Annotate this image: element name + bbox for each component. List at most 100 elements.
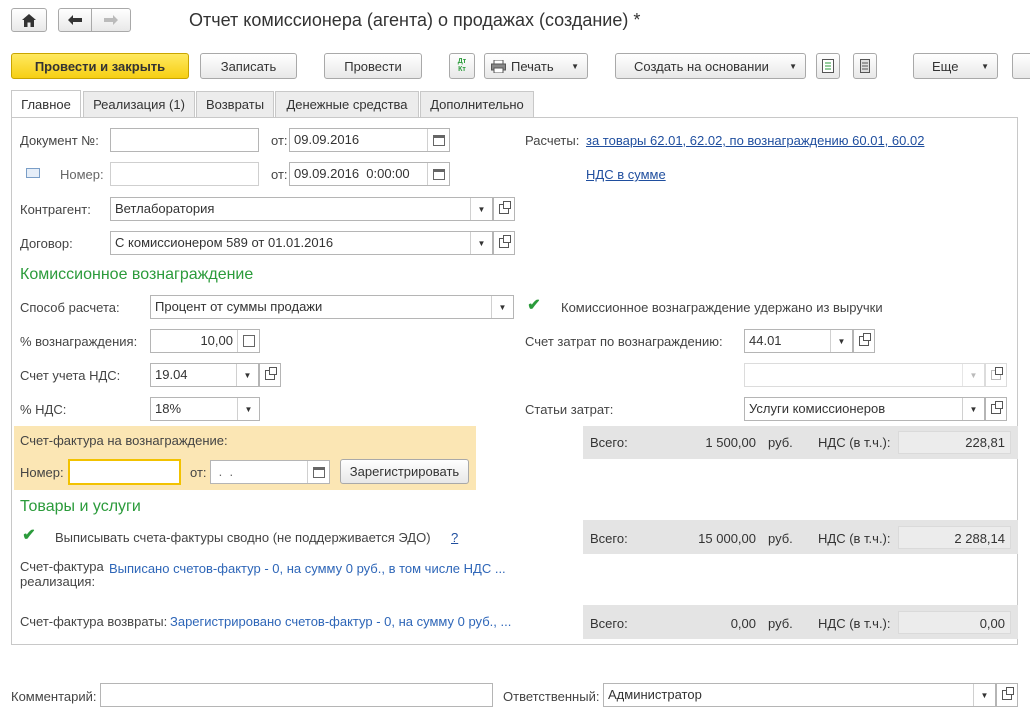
doc-date-input[interactable]: 09.09.2016	[289, 128, 450, 152]
calendar-button[interactable]	[307, 461, 329, 483]
chevron-down-icon[interactable]: ▼	[973, 684, 995, 706]
cost-account-select[interactable]: 44.01 ▼	[744, 329, 853, 353]
doc-no-label: Документ №:	[20, 133, 99, 148]
vat-rate-select[interactable]: 18% ▼	[150, 397, 260, 421]
more-label: Еще	[932, 58, 959, 74]
create-based-on-label: Создать на основании	[634, 58, 769, 74]
home-button[interactable]	[11, 8, 47, 32]
contract-value: С комиссионером 589 от 01.01.2016	[115, 235, 334, 250]
withheld-label: Комиссионное вознаграждение удержано из …	[561, 300, 883, 315]
calendar-icon	[432, 134, 445, 146]
responsible-open-button[interactable]	[996, 683, 1018, 707]
method-value: Процент от суммы продажи	[155, 299, 323, 314]
vat-rate-value: 18%	[155, 401, 182, 416]
open-icon	[1002, 687, 1014, 700]
chevron-down-icon[interactable]: ▼	[237, 398, 259, 420]
cost-items-label: Статьи затрат:	[525, 402, 614, 417]
invoice-title: Счет-фактура на вознаграждение:	[20, 433, 228, 448]
save-button[interactable]: Записать	[200, 53, 297, 79]
print-button[interactable]: Печать ▼	[484, 53, 588, 79]
tab-additional[interactable]: Дополнительно	[420, 91, 534, 117]
print-label: Печать	[511, 58, 554, 74]
register-button[interactable]: Зарегистрировать	[340, 459, 469, 484]
window-title: Отчет комиссионера (агента) о продажах (…	[189, 10, 641, 30]
returns-vat-value: 0,00	[979, 616, 1005, 631]
goods-currency: руб.	[768, 531, 793, 546]
invoice-sales-link[interactable]: Выписано счетов-фактур - 0, на сумму 0 р…	[109, 561, 506, 576]
invoice-from-label: от:	[190, 465, 207, 480]
cost-items-value: Услуги комиссионеров	[749, 401, 886, 416]
comment-input[interactable]	[100, 683, 493, 707]
returns-total-value: 0,00	[730, 616, 756, 631]
invoice-date-input[interactable]: . .	[210, 460, 330, 484]
chevron-down-icon: ▼	[962, 364, 984, 386]
chevron-down-icon[interactable]: ▼	[236, 364, 258, 386]
cost-items-open-button[interactable]	[985, 397, 1007, 421]
tab-sales[interactable]: Реализация (1)	[83, 91, 195, 117]
cost-account-label: Счет затрат по вознаграждению:	[525, 334, 723, 349]
create-based-on-button[interactable]: Создать на основании ▼	[615, 53, 806, 79]
method-select[interactable]: Процент от суммы продажи ▼	[150, 295, 514, 319]
invoice-returns-link[interactable]: Зарегистрировано счетов-фактур - 0, на с…	[170, 614, 511, 629]
attachments-button[interactable]	[853, 53, 877, 79]
open-icon	[499, 235, 511, 248]
help-button[interactable]	[1012, 53, 1030, 79]
contractor-open-button[interactable]	[493, 197, 515, 221]
open-icon	[991, 367, 1003, 380]
forward-button[interactable]	[91, 8, 131, 32]
commission-total-value: 1 500,00	[705, 435, 756, 450]
returns-currency: руб.	[768, 616, 793, 631]
calculator-button[interactable]	[237, 330, 259, 352]
contractor-select[interactable]: Ветлаборатория ▼	[110, 197, 493, 221]
more-button[interactable]: Еще ▼	[913, 53, 998, 79]
number-input[interactable]	[110, 162, 259, 186]
calendar-button[interactable]	[427, 129, 449, 151]
chevron-down-icon[interactable]: ▼	[491, 296, 513, 318]
calc-label: Расчеты:	[525, 133, 580, 148]
back-button[interactable]	[58, 8, 92, 32]
contract-open-button[interactable]	[493, 231, 515, 255]
number-date-from-label: от:	[271, 167, 288, 182]
number-datetime-input[interactable]: 09.09.2016 0:00:00	[289, 162, 450, 186]
summary-invoices-checkbox[interactable]: ✔	[22, 528, 36, 544]
commission-vat-value: 228,81	[965, 435, 1005, 450]
tab-returns[interactable]: Возвраты	[196, 91, 274, 117]
vat-account-open-button[interactable]	[259, 363, 281, 387]
post-button[interactable]: Провести	[324, 53, 422, 79]
invoice-number-input[interactable]	[68, 459, 181, 485]
dtkt-button[interactable]: Дт Кт	[449, 53, 475, 79]
calc-link[interactable]: за товары 62.01, 62.02, по вознаграждени…	[586, 133, 924, 148]
chevron-down-icon[interactable]: ▼	[830, 330, 852, 352]
dtkt-icon: Дт Кт	[457, 58, 467, 73]
help-link[interactable]: ?	[451, 530, 458, 545]
chevron-down-icon[interactable]: ▼	[962, 398, 984, 420]
vat-rate-label: % НДС:	[20, 402, 67, 417]
tab-cash[interactable]: Денежные средства	[275, 91, 419, 117]
chevron-down-icon: ▼	[981, 61, 989, 71]
cost-items-select[interactable]: Услуги комиссионеров ▼	[744, 397, 985, 421]
calendar-button[interactable]	[427, 163, 449, 185]
chevron-down-icon[interactable]: ▼	[470, 232, 492, 254]
vat-account-select[interactable]: 19.04 ▼	[150, 363, 259, 387]
doc-date-from-label: от:	[271, 133, 288, 148]
goods-vat-value: 2 288,14	[954, 531, 1005, 546]
percent-input[interactable]: 10,00	[150, 329, 260, 353]
extra-open-button	[985, 363, 1007, 387]
doc-no-input[interactable]	[110, 128, 259, 152]
comment-label: Комментарий:	[11, 689, 97, 704]
responsible-label: Ответственный:	[503, 689, 600, 704]
tab-main[interactable]: Главное	[11, 90, 81, 118]
open-icon	[265, 367, 277, 380]
chevron-down-icon: ▼	[789, 61, 797, 71]
post-and-close-button[interactable]: Провести и закрыть	[11, 53, 189, 79]
chevron-down-icon[interactable]: ▼	[470, 198, 492, 220]
withheld-checkbox[interactable]: ✔	[527, 298, 541, 314]
responsible-select[interactable]: Администратор ▼	[603, 683, 996, 707]
contract-select[interactable]: С комиссионером 589 от 01.01.2016 ▼	[110, 231, 493, 255]
responsible-value: Администратор	[608, 687, 702, 702]
commission-section-title: Комиссионное вознаграждение	[20, 266, 254, 283]
cost-account-open-button[interactable]	[853, 329, 875, 353]
goods-vat-label: НДС (в т.ч.):	[818, 531, 891, 546]
vat-in-sum-link[interactable]: НДС в сумме	[586, 167, 666, 182]
document-structure-button[interactable]	[816, 53, 840, 79]
